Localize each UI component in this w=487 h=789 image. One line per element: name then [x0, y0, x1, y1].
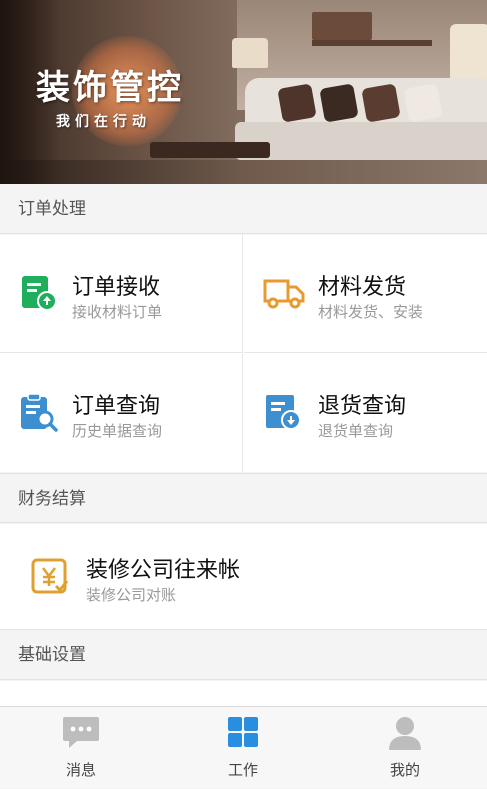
order-query-desc: 历史单据查询: [72, 422, 163, 440]
menu-item-company-accounts[interactable]: 装修公司往来帐 装修公司对账: [0, 524, 487, 630]
tab-mine[interactable]: 我的: [324, 707, 487, 789]
bottom-tab-bar: 消息 工作 我的: [0, 706, 487, 788]
order-receive-desc: 接收材料订单: [72, 303, 163, 321]
banner-subtitle: 我们在行动: [56, 114, 151, 130]
menu-item-material-delivery[interactable]: 材料发货 材料发货、安装: [244, 235, 487, 353]
menu-item-order-query[interactable]: 订单查询 历史单据查询: [0, 354, 243, 472]
tab-work[interactable]: 工作: [162, 707, 324, 789]
grid-icon: [228, 717, 258, 747]
order-receive-icon: [22, 276, 57, 311]
material-delivery-title: 材料发货: [318, 275, 407, 300]
section-header-settings: 基础设置: [0, 630, 487, 680]
order-query-title: 订单查询: [72, 394, 161, 419]
menu-item-order-receive[interactable]: 订单接收 接收材料订单: [0, 235, 243, 353]
tab-messages-label: 消息: [65, 761, 96, 779]
order-grid: 订单接收 接收材料订单 材料发货 材料发货、安装 订单查询 历史单据查询 退货查…: [0, 235, 487, 472]
section-header-order: 订单处理: [0, 184, 487, 234]
tab-work-label: 工作: [227, 761, 258, 779]
user-icon: [389, 717, 421, 750]
order-receive-title: 订单接收: [72, 275, 161, 300]
company-accounts-title: 装修公司往来帐: [86, 558, 241, 583]
clipboard-search-icon: [21, 393, 58, 432]
material-delivery-desc: 材料发货、安装: [318, 303, 424, 321]
company-accounts-desc: 装修公司对账: [86, 586, 177, 604]
return-query-title: 退货查询: [318, 394, 407, 419]
settings-content: [0, 681, 487, 706]
return-document-icon: [266, 395, 301, 430]
message-icon: [63, 717, 99, 748]
banner-title: 装饰管控: [36, 68, 184, 108]
tab-messages[interactable]: 消息: [0, 707, 162, 789]
return-query-desc: 退货单查询: [318, 422, 394, 440]
tab-mine-label: 我的: [389, 761, 420, 779]
yuan-document-icon: [31, 558, 69, 594]
banner-image: 装饰管控 我们在行动: [0, 0, 487, 184]
delivery-truck-icon: [263, 279, 305, 309]
menu-item-return-query[interactable]: 退货查询 退货单查询: [244, 354, 487, 472]
section-header-finance: 财务结算: [0, 473, 487, 523]
